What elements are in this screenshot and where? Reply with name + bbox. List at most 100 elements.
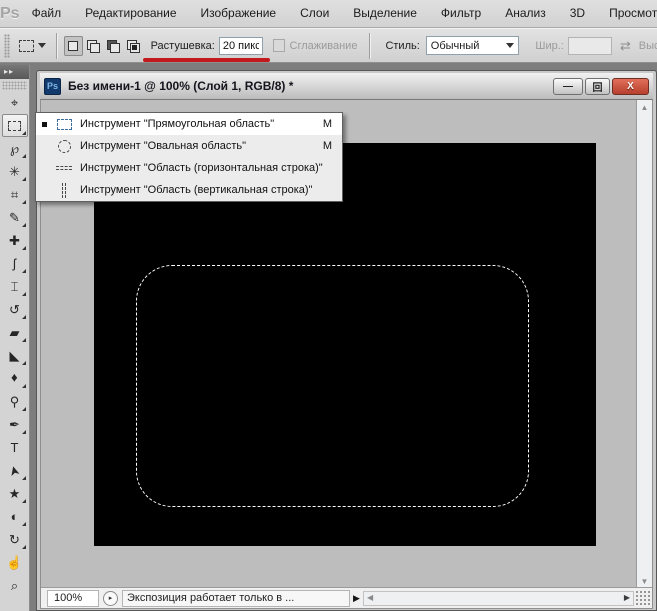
tool-preset-button[interactable] [16,34,49,58]
separator [369,32,372,59]
antialias-checkbox[interactable] [272,39,285,52]
width-label: Шир.: [535,39,564,52]
tool-options-bar: Растушевка: Сглаживание Стиль: Обычный Ш… [0,28,657,63]
marquee-selection-marching-ants[interactable] [136,265,529,507]
marquee-tool-flyout-menu: Инструмент "Прямоугольная область" M Инс… [35,112,343,202]
rectangular-marquee-icon [52,118,76,130]
swap-dimensions-icon: ⇄ [619,37,631,53]
lasso-tool-button[interactable]: ℘ [2,137,28,160]
crop-icon: ⌗ [10,186,19,202]
menu-3d[interactable]: 3D [558,0,597,27]
paint-bucket-icon: ◣ [9,347,20,363]
elliptical-marquee-icon [52,139,76,153]
flyout-item-rectangular-marquee[interactable]: Инструмент "Прямоугольная область" M [36,113,342,135]
eraser-tool-button[interactable]: ▰ [2,321,28,344]
minimize-button[interactable]: — [553,77,583,95]
document-info-icon[interactable]: ▸ [103,590,118,606]
paint-bucket-tool-button[interactable]: ◣ [2,344,28,367]
options-grip-handle[interactable] [4,33,11,58]
3d-rotate-tool-button[interactable]: ◐ [2,505,28,528]
zoom-tool-button[interactable]: ⌕ [2,574,28,597]
single-column-marquee-icon [52,182,76,198]
window-resize-grip[interactable] [636,590,651,606]
close-button[interactable]: X [612,77,649,95]
pen-tool-button[interactable]: ✒ [2,413,28,436]
move-tool-button[interactable]: ⌖ [2,91,28,114]
type-tool-button[interactable]: T [2,436,28,459]
healing-brush-tool-button[interactable]: ✚ [2,229,28,252]
menu-layers[interactable]: Слои [288,0,341,27]
separator [55,32,58,59]
blur-tool-button[interactable]: ♦ [2,367,28,390]
red-annotation-underline [143,58,270,62]
menu-filter[interactable]: Фильтр [429,0,493,27]
maximize-button[interactable]: 回 [585,77,610,95]
history-brush-tool-button[interactable]: ↺ [2,298,28,321]
flyout-item-single-row-marquee[interactable]: Инструмент "Область (горизонтальная стро… [36,157,342,179]
chevron-down-icon [38,43,47,48]
panel-collapse-button[interactable]: ▸▸ [0,65,29,79]
document-titlebar[interactable]: Ps Без имени-1 @ 100% (Слой 1, RGB/8) * … [40,73,653,99]
menu-image[interactable]: Изображение [189,0,289,27]
scroll-left-icon[interactable]: ◀ [367,593,373,602]
status-hint-text: Экспозиция работает только в ... [122,589,350,607]
rectangular-marquee-tool-button[interactable] [1,114,28,137]
intersect-selection-icon [131,44,137,50]
crop-tool-button[interactable]: ⌗ [2,183,28,206]
width-input [567,36,612,55]
status-menu-arrow-icon[interactable]: ▶ [350,593,363,604]
flyout-item-label: Инструмент "Область (вертикальная строка… [80,184,313,196]
app-logo: Ps [0,4,20,22]
menu-edit[interactable]: Редактирование [73,0,188,27]
menu-file[interactable]: Файл [20,0,74,27]
zoom-level-field[interactable]: 100% [47,589,99,607]
rectangular-marquee-icon [19,39,35,52]
subtract-from-selection-button[interactable] [104,36,123,56]
menu-bar: Ps Файл Редактирование Изображение Слои … [0,0,657,28]
menu-view[interactable]: Просмотр [597,0,657,27]
custom-shape-icon: ★ [8,485,21,501]
feather-input[interactable] [218,36,263,55]
horizontal-scrollbar[interactable]: ◀ ▶ [363,590,634,606]
height-label: Выс [638,39,657,52]
panel-grip-handle[interactable] [2,81,27,90]
3d-rotate-icon: ◐ [10,509,19,524]
menu-select[interactable]: Выделение [341,0,429,27]
path-selection-tool-button[interactable]: ➤ [2,459,28,482]
flyout-item-single-column-marquee[interactable]: Инструмент "Область (вертикальная строка… [36,179,342,201]
blur-drop-icon: ♦ [11,371,18,386]
shortcut-key: M [322,118,332,130]
current-tool-marker [42,121,52,127]
hand-tool-button[interactable]: ☝ [2,551,28,574]
document-ps-icon: Ps [44,77,61,95]
add-to-selection-button[interactable] [84,36,103,56]
canvas[interactable] [94,143,596,546]
scroll-right-icon[interactable]: ▶ [624,593,630,602]
selection-mode-group [63,35,143,56]
healing-brush-icon: ✚ [9,232,20,248]
brush-tool-button[interactable]: ʃ [2,252,28,275]
move-icon: ⌖ [10,94,19,110]
add-selection-icon [89,42,100,53]
scroll-down-icon[interactable]: ▼ [637,577,652,586]
clone-stamp-tool-button[interactable]: ⌶ [2,275,28,298]
document-title: Без имени-1 @ 100% (Слой 1, RGB/8) * [68,79,294,93]
menu-analysis[interactable]: Анализ [493,0,558,27]
new-selection-button[interactable] [63,35,83,56]
magic-wand-tool-button[interactable]: ✳ [2,160,28,183]
rectangular-marquee-icon [8,120,21,131]
lasso-icon: ℘ [9,140,20,156]
photoshop-app: Ps Файл Редактирование Изображение Слои … [0,0,657,611]
style-dropdown[interactable]: Обычный [425,36,520,55]
dodge-tool-button[interactable]: ⚲ [2,390,28,413]
single-row-marquee-icon [52,166,76,170]
3d-orbit-tool-button[interactable]: ↻ [2,528,28,551]
clone-stamp-icon: ⌶ [10,278,19,294]
custom-shape-tool-button[interactable]: ★ [2,482,28,505]
vertical-scrollbar[interactable]: ▲ ▼ [636,100,652,589]
eyedropper-tool-button[interactable]: ✎ [2,206,28,229]
flyout-item-elliptical-marquee[interactable]: Инструмент "Овальная область" M [36,135,342,157]
intersect-selection-button[interactable] [124,36,143,56]
flyout-item-label: Инструмент "Прямоугольная область" [80,118,275,130]
scroll-up-icon[interactable]: ▲ [637,103,652,112]
